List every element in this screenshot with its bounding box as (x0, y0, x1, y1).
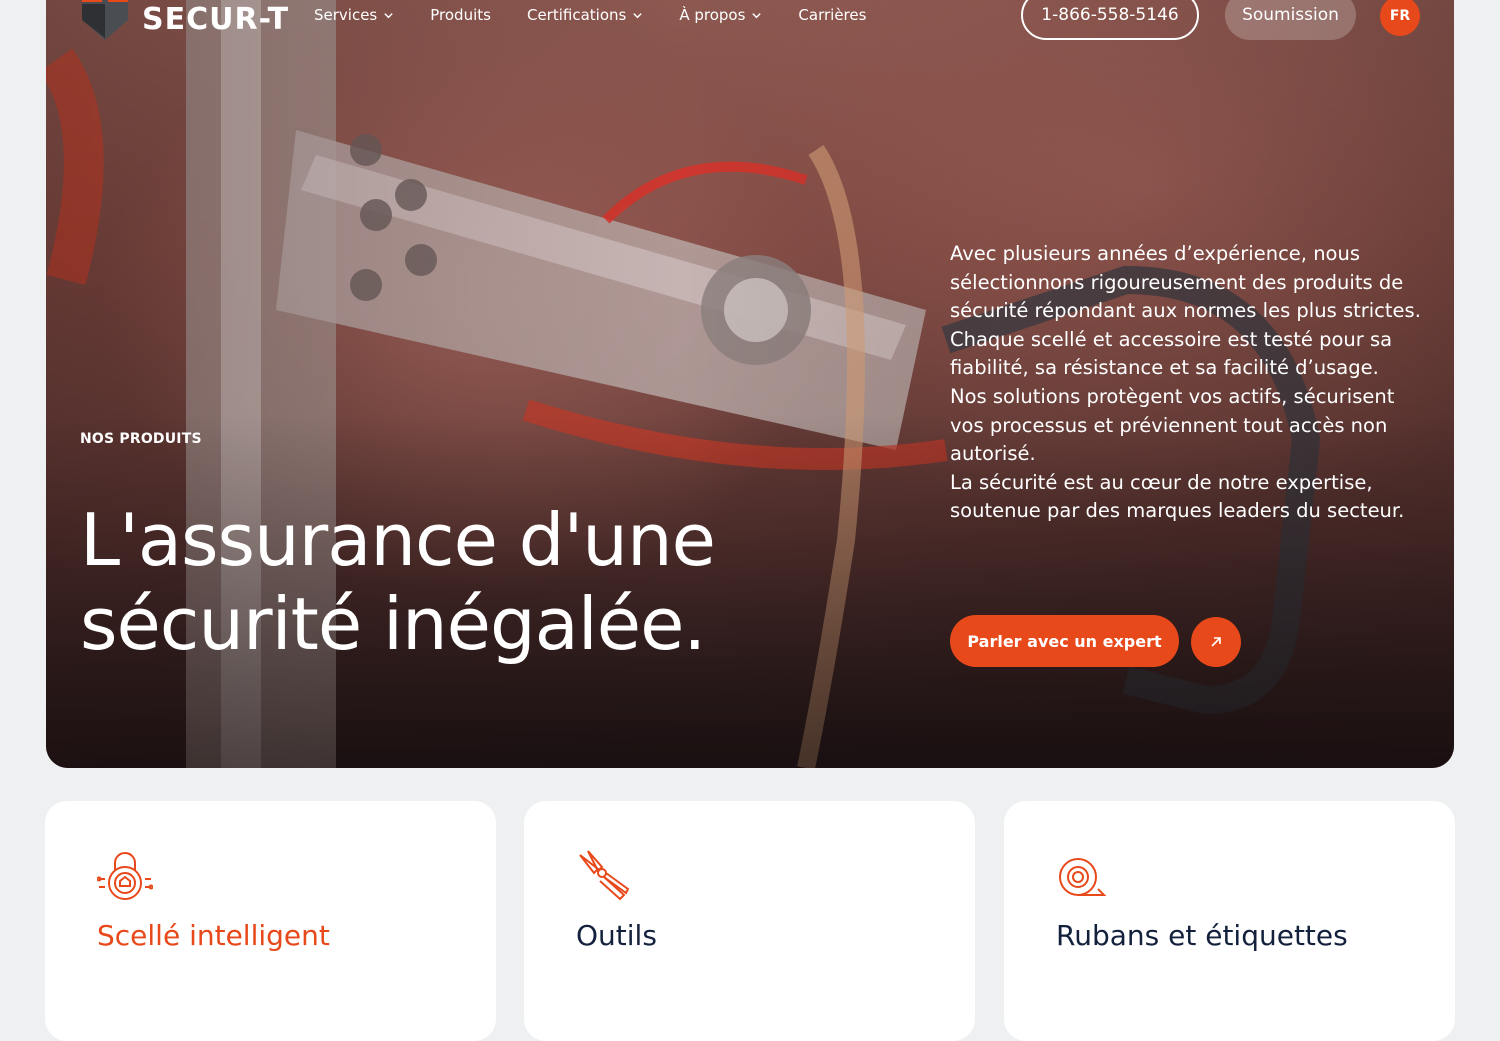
nav-item-label: Carrières (798, 6, 867, 24)
arrow-up-right-icon (1211, 637, 1221, 647)
hero-eyebrow: NOS PRODUITS (80, 431, 202, 447)
hero-intro: Avec plusieurs années d’expérience, nous… (950, 240, 1430, 526)
nav-item-services[interactable]: Services (314, 4, 394, 26)
card-title: Scellé intelligent (97, 919, 330, 952)
nav-item-label: À propos (679, 6, 746, 24)
brand-name: SECUR-T (142, 1, 290, 37)
intro-paragraph: Nos solutions protègent vos actifs, sécu… (950, 384, 1395, 466)
chevron-down-icon (384, 12, 393, 18)
language-toggle[interactable]: FR (1380, 0, 1420, 36)
intro-paragraph: Avec plusieurs années d’expérience, nous… (950, 242, 1421, 323)
product-card-smart-seal[interactable]: Scellé intelligent (45, 801, 496, 1041)
nav-item-label: Services (314, 6, 378, 24)
nav-item-label: Produits (430, 6, 491, 24)
logo[interactable]: SECUR-T (80, 0, 289, 42)
product-card-tapes-labels[interactable]: Rubans et étiquettes (1004, 801, 1455, 1041)
smart-lock-icon (97, 852, 153, 900)
intro-paragraph: Chaque scellé et accessoire est testé po… (950, 327, 1393, 380)
cta-arrow-button[interactable] (1191, 617, 1241, 667)
card-title: Rubans et étiquettes (1056, 919, 1348, 952)
phone-button[interactable]: 1-866-558-5146 (1021, 0, 1199, 40)
talk-to-expert-button[interactable]: Parler avec un expert (950, 615, 1179, 667)
nav-item-produits[interactable]: Produits (430, 4, 491, 26)
nav-item-a-propos[interactable]: À propos (679, 4, 762, 26)
nav-item-label: Certifications (526, 6, 627, 24)
headline-line-1: L'assurance d'une (80, 498, 716, 582)
tape-roll-icon (1059, 858, 1107, 896)
chevron-down-icon (633, 12, 643, 18)
site-header: SECUR-T Services Produits Certifications… (0, 0, 1500, 60)
chevron-down-icon (752, 12, 762, 18)
intro-paragraph: La sécurité est au cœur de notre experti… (950, 470, 1405, 523)
hero-headline: L'assurance d'une sécurité inégalée. (80, 498, 840, 666)
main-nav: Services Produits Certifications À propo… (314, 4, 902, 26)
product-card-tools[interactable]: Outils (524, 801, 975, 1041)
shield-logo-icon (82, 0, 128, 40)
nav-item-carrieres[interactable]: Carrières (798, 4, 866, 26)
cutter-tool-icon (579, 850, 630, 901)
headline-line-2: sécurité inégalée. (80, 582, 706, 666)
quote-button[interactable]: Soumission (1225, 0, 1356, 40)
nav-item-certifications[interactable]: Certifications (527, 4, 643, 26)
card-title: Outils (576, 919, 657, 952)
